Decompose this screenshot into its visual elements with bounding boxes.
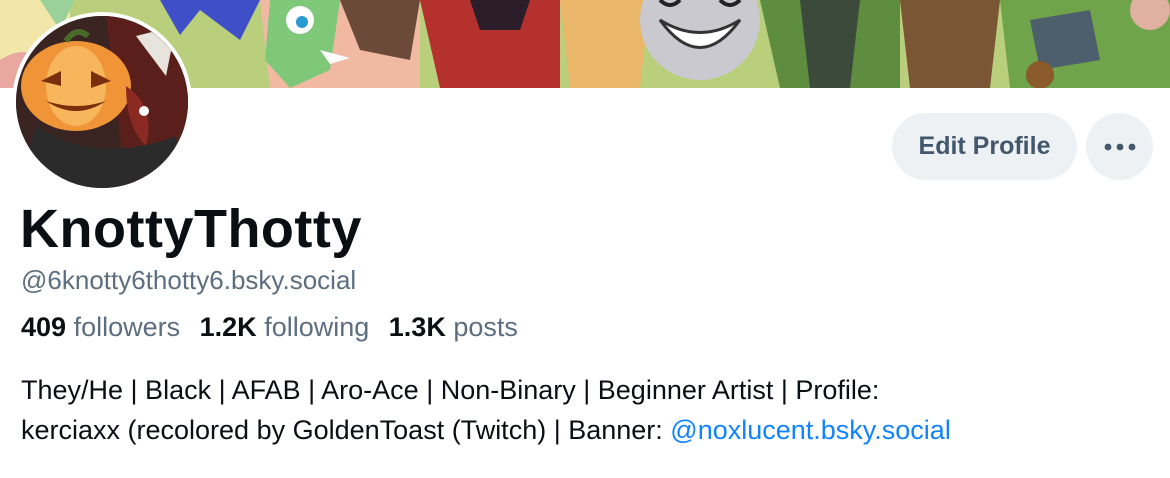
banner-credit-link[interactable]: @noxlucent.bsky.social <box>670 415 951 445</box>
profile-stats: 409 followers 1.2K following 1.3K posts <box>21 312 530 343</box>
profile-bio: They/He | Black | AFAB | Aro-Ace | Non-B… <box>21 370 1141 450</box>
following-stat[interactable]: 1.2K following <box>200 312 370 342</box>
avatar-artwork <box>16 16 188 188</box>
edit-profile-button[interactable]: Edit Profile <box>892 113 1077 180</box>
following-label: following <box>264 312 370 342</box>
followers-count: 409 <box>21 312 67 342</box>
followers-label: followers <box>73 312 181 342</box>
posts-count: 1.3K <box>388 312 446 342</box>
profile-handle: @6knotty6thotty6.bsky.social <box>21 265 357 295</box>
more-options-button[interactable] <box>1086 113 1153 180</box>
bio-line-1: They/He | Black | AFAB | Aro-Ace | Non-B… <box>21 375 880 405</box>
bio-line-2-text: kerciaxx (recolored by GoldenToast (Twit… <box>21 415 671 445</box>
ellipsis-icon <box>1104 143 1135 150</box>
followers-stat[interactable]: 409 followers <box>21 312 180 342</box>
bio-line-2: kerciaxx (recolored by GoldenToast (Twit… <box>21 410 1141 450</box>
following-count: 1.2K <box>199 312 257 342</box>
posts-stat: 1.3K posts <box>389 312 518 342</box>
posts-label: posts <box>453 312 518 342</box>
display-name: KnottyThotty <box>20 199 362 259</box>
avatar[interactable] <box>12 12 192 192</box>
